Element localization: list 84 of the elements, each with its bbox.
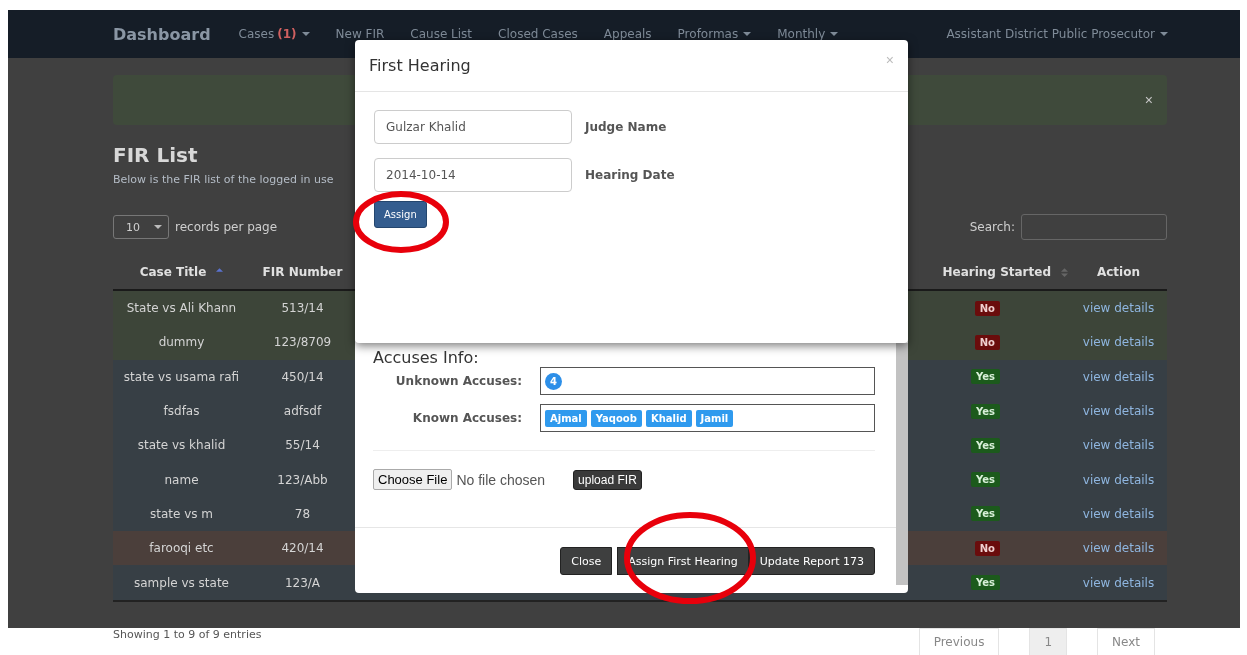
entries-info: Showing 1 to 9 of 9 entries (113, 628, 262, 643)
name-tag: Ajmal (545, 409, 587, 427)
view-details-link[interactable]: view details (1082, 301, 1155, 316)
sort-icon[interactable] (1061, 267, 1068, 277)
column-header[interactable]: Action (1096, 265, 1140, 279)
nav-link[interactable]: Proformas (677, 27, 752, 41)
table-cell: 420/14 (281, 541, 324, 556)
unknown-accused-field[interactable]: 4 (540, 367, 875, 395)
table-cell: dummy (158, 335, 205, 350)
view-details-link[interactable]: view details (1082, 438, 1155, 453)
view-details-link[interactable]: view details (1082, 369, 1155, 384)
close-button[interactable]: × (1144, 92, 1153, 108)
table-cell: 450/14 (281, 369, 324, 384)
table-cell: 55/14 (285, 438, 320, 453)
table-cell: fsdfas (163, 404, 200, 419)
pagination-button[interactable]: Previous (918, 628, 1000, 655)
column-header[interactable]: Hearing Started (942, 265, 1051, 279)
pagination-button[interactable]: 1 (1029, 628, 1068, 655)
status-badge: Yes (970, 506, 1000, 522)
footer-button[interactable]: Close (560, 547, 613, 575)
section-heading: Accuses Info: (373, 348, 480, 367)
nav-link[interactable]: Appeals (603, 27, 652, 41)
field-label: Known Accuses: (411, 411, 522, 425)
footer-button[interactable]: Assign First Hearing (617, 547, 749, 575)
name-tag: Yaqoob (590, 409, 642, 427)
table-cell: 78 (294, 506, 311, 521)
status-badge: Yes (970, 575, 1000, 590)
search-label: Search: (969, 220, 1015, 234)
name-tag: Khalid (645, 409, 692, 427)
status-badge: Yes (970, 369, 1000, 385)
view-details-link[interactable]: view details (1082, 404, 1155, 419)
scrollbar[interactable] (896, 343, 908, 585)
table-cell: 123/Abb (277, 472, 328, 487)
modal-title: First Hearing (369, 56, 471, 75)
table-cell: 123/A (284, 575, 321, 590)
field-label: Judge Name (585, 120, 667, 134)
status-badge: No (974, 540, 1000, 556)
nav-link[interactable]: New FIR (335, 27, 385, 41)
page-title: FIR List (113, 143, 199, 167)
nav-link[interactable]: Cases (1) (238, 27, 310, 41)
view-details-link[interactable]: view details (1082, 472, 1155, 487)
table-cell: 513/14 (281, 301, 324, 316)
table-cell: 123/8709 (273, 335, 332, 350)
status-badge: Yes (970, 472, 1000, 488)
table-cell: state vs usama rafi (123, 369, 240, 384)
pagination-button[interactable]: Next (1097, 628, 1155, 655)
count-badge: 4 (545, 372, 562, 390)
view-details-link[interactable]: view details (1082, 335, 1155, 350)
page-subtitle: Below is the FIR list of the logged in use (113, 173, 334, 186)
table-cell: state vs m (149, 506, 214, 521)
status-badge: No (974, 334, 1000, 350)
input-field[interactable]: 2014-10-14 (374, 158, 572, 192)
nav-link[interactable]: Closed Cases (498, 27, 578, 41)
name-tag: Jamil (695, 409, 734, 427)
known-accused-field[interactable]: Ajmal Yaqoob Khalid Jamil (540, 404, 875, 432)
nav-link[interactable]: Cause List (410, 27, 473, 41)
brand-link[interactable]: Dashboard (113, 24, 211, 44)
table-cell: state vs khalid (137, 438, 226, 453)
nav-link[interactable]: Monthly (777, 27, 839, 41)
input-field[interactable]: Gulzar Khalid (374, 110, 572, 144)
table-cell: adfsdf (283, 404, 322, 419)
page-size-select[interactable]: 10 (113, 215, 169, 239)
file-status: No file chosen (456, 471, 546, 488)
view-details-link[interactable]: view details (1082, 575, 1155, 590)
table-cell: State vs Ali Khann (126, 301, 237, 316)
table-cell: sample vs state (134, 575, 229, 590)
column-header[interactable]: FIR Number (262, 265, 343, 279)
field-label: Hearing Date (585, 168, 675, 182)
column-header[interactable]: Case Title (139, 265, 207, 279)
user-menu[interactable]: Assistant District Public Prosecutor (946, 27, 1168, 41)
upload-button[interactable]: upload FIR (573, 469, 642, 490)
footer-button[interactable]: Update Report 173 (748, 547, 875, 575)
status-badge: Yes (970, 403, 1000, 419)
view-details-link[interactable]: view details (1082, 506, 1155, 521)
view-details-link[interactable]: view details (1082, 541, 1155, 556)
assign-button[interactable]: Assign (374, 201, 427, 228)
field-label: Unknown Accuses: (394, 374, 522, 388)
status-badge: Yes (970, 437, 1000, 453)
page-size-label: records per page (175, 220, 278, 234)
status-badge: No (974, 300, 1000, 316)
choose-file-button[interactable]: Choose File (373, 469, 453, 490)
search-field[interactable] (1021, 214, 1167, 240)
table-cell: farooqi etc (149, 541, 214, 556)
table-cell: name (164, 472, 199, 487)
